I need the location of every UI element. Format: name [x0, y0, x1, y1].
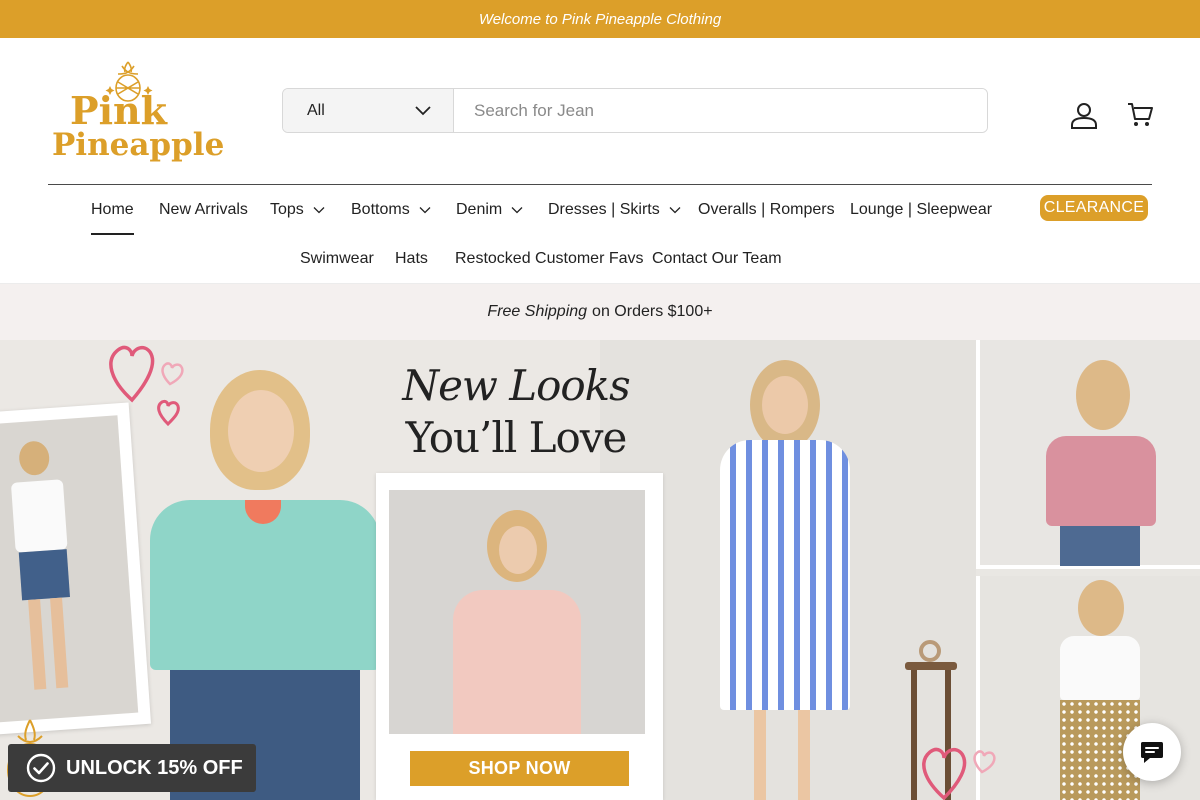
search-category-value: All — [307, 101, 325, 119]
nav-item-label: Swimwear — [300, 250, 374, 267]
photo-frame-left — [0, 402, 152, 736]
nav-item-label: Overalls | Rompers — [698, 201, 835, 218]
chevron-down-icon — [511, 207, 523, 214]
check-circle-icon — [26, 753, 56, 783]
unlock-discount-button[interactable]: UNLOCK 15% OFF — [8, 744, 256, 792]
cart-button[interactable] — [1123, 98, 1157, 132]
brand-logo[interactable]: Pink Pineapple — [52, 60, 225, 172]
brand-line2: Pineapple — [52, 127, 225, 163]
site-header: Pink Pineapple All — [0, 38, 1200, 184]
search-bar: All — [282, 88, 988, 133]
nav-item-label: Lounge | Sleepwear — [850, 201, 993, 218]
nav-item-lounge-sleepwear[interactable]: Lounge | Sleepwear — [850, 200, 992, 220]
nav-item-home[interactable]: Home — [91, 200, 134, 235]
hero-title-line2: You’ll Love — [405, 413, 628, 462]
chevron-down-icon — [415, 105, 431, 115]
chevron-down-icon — [419, 207, 431, 214]
nav-item-new-arrivals[interactable]: New Arrivals — [159, 200, 248, 220]
nav-item-restocked-favs[interactable]: Restocked Customer Favs — [455, 249, 644, 269]
hearts-decoration-icon — [922, 747, 996, 800]
photo-model-dress — [690, 340, 870, 800]
unlock-discount-label: UNLOCK 15% OFF — [66, 756, 243, 779]
brand-line1: Pink — [70, 88, 167, 133]
hero-banner[interactable]: New Looks You’ll Love SHOP NOW — [0, 340, 1200, 800]
nav-item-label: Home — [91, 201, 134, 218]
chevron-down-icon — [313, 207, 325, 214]
nav-item-label: Dresses | Skirts — [548, 201, 660, 218]
photo-model-shorts — [0, 415, 139, 723]
announcement-text: Welcome to Pink Pineapple Clothing — [478, 10, 722, 28]
nav-item-label: Tops — [270, 201, 304, 218]
nav-item-hats[interactable]: Hats — [395, 249, 428, 269]
nav-item-swimwear[interactable]: Swimwear — [300, 249, 374, 269]
shipping-text: on Orders $100+ — [592, 303, 713, 320]
nav-item-label: Contact Our Team — [652, 250, 782, 267]
nav-item-overalls-rompers[interactable]: Overalls | Rompers — [698, 200, 835, 220]
nav-item-label: New Arrivals — [159, 201, 248, 218]
photo-model-blouse — [389, 490, 645, 734]
shop-now-button[interactable]: SHOP NOW — [410, 751, 629, 786]
hearts-decoration-icon — [109, 345, 184, 427]
nav-item-label: Bottoms — [351, 201, 410, 218]
announcement-bar: Welcome to Pink Pineapple Clothing — [0, 0, 1200, 38]
shipping-emphasis: Free Shipping — [487, 303, 588, 320]
brand-wordmark: Pink Pineapple — [52, 88, 225, 163]
account-icon — [1071, 103, 1097, 129]
nav-item-label: Denim — [456, 201, 503, 218]
shipping-banner: Free Shipping on Orders $100+ — [0, 283, 1200, 340]
nav-item-tops[interactable]: Tops — [270, 200, 325, 220]
nav-item-label: Hats — [395, 250, 428, 267]
chat-launcher-button[interactable] — [1123, 723, 1181, 781]
nav-item-bottoms[interactable]: Bottoms — [351, 200, 431, 220]
photo-model-pink-tee — [976, 340, 1200, 569]
nav-item-dresses-skirts[interactable]: Dresses | Skirts — [548, 200, 681, 220]
chat-icon — [1141, 742, 1163, 763]
nav-item-label: Restocked Customer Favs — [455, 250, 644, 267]
chevron-down-icon — [669, 207, 681, 214]
cart-icon — [1128, 103, 1153, 126]
nav-item-contact[interactable]: Contact Our Team — [652, 249, 782, 269]
account-button[interactable] — [1067, 98, 1101, 132]
hero-title: New Looks You’ll Love — [378, 360, 654, 464]
main-navigation: Home New Arrivals Tops Bottoms Denim Dre… — [48, 184, 1152, 283]
nav-item-denim[interactable]: Denim — [456, 200, 523, 220]
hero-title-line1: New Looks — [402, 361, 630, 410]
search-input[interactable] — [454, 89, 987, 132]
search-category-select[interactable]: All — [283, 89, 454, 132]
clearance-button[interactable]: CLEARANCE — [1040, 195, 1148, 221]
